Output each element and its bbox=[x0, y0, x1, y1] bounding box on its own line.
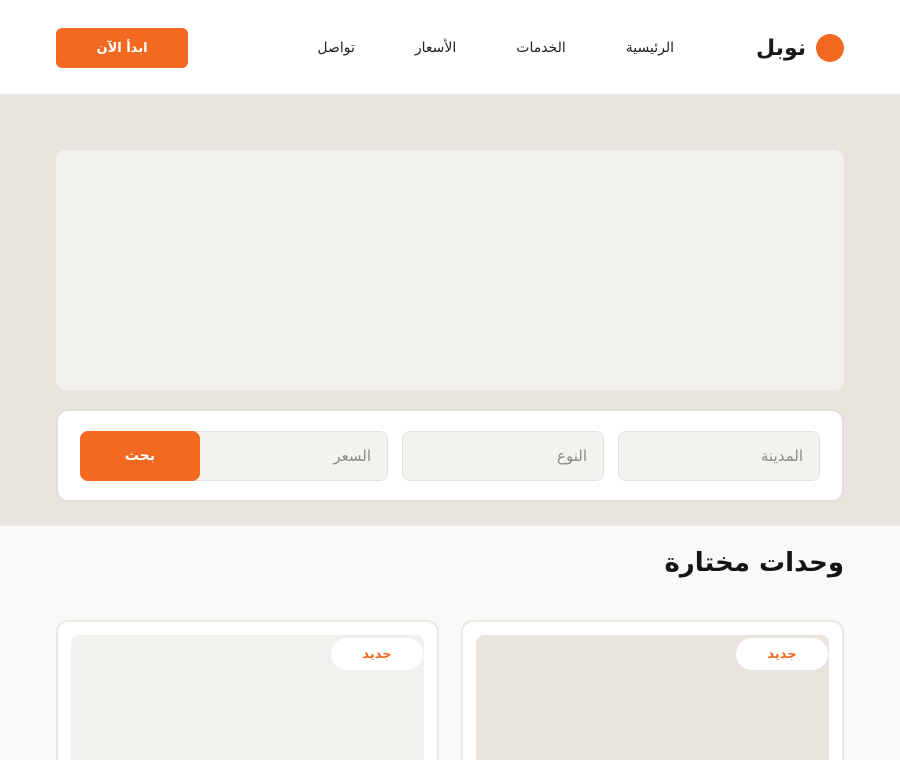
new-badge: جديد bbox=[331, 638, 423, 670]
brand-name: نوبل bbox=[756, 35, 806, 61]
brand[interactable]: نوبل bbox=[756, 28, 844, 68]
main-nav: الرئيسية الخدمات الأسعار تواصل bbox=[287, 28, 704, 68]
nav-item-contact[interactable]: تواصل bbox=[287, 40, 385, 56]
hero-image-placeholder bbox=[56, 150, 844, 390]
nav-item-pricing[interactable]: الأسعار bbox=[385, 40, 486, 56]
start-now-button[interactable]: ابدأ الآن bbox=[56, 28, 188, 68]
unit-card[interactable]: جديد bbox=[461, 620, 844, 760]
site-header: نوبل الرئيسية الخدمات الأسعار تواصل ابدأ… bbox=[0, 0, 900, 95]
new-badge: جديد bbox=[736, 638, 828, 670]
city-field[interactable] bbox=[618, 431, 820, 481]
price-field[interactable] bbox=[188, 431, 388, 481]
search-bar: بحث bbox=[56, 409, 844, 502]
featured-units-title: وحدات مختارة bbox=[664, 548, 844, 578]
hero-section: بحث bbox=[0, 95, 900, 526]
nav-item-home[interactable]: الرئيسية bbox=[596, 40, 704, 56]
unit-card[interactable]: جديد bbox=[56, 620, 439, 760]
brand-logo-icon bbox=[816, 34, 844, 62]
page: نوبل الرئيسية الخدمات الأسعار تواصل ابدأ… bbox=[0, 0, 900, 760]
nav-item-services[interactable]: الخدمات bbox=[486, 40, 596, 56]
type-field[interactable] bbox=[402, 431, 604, 481]
search-button[interactable]: بحث bbox=[80, 431, 200, 481]
